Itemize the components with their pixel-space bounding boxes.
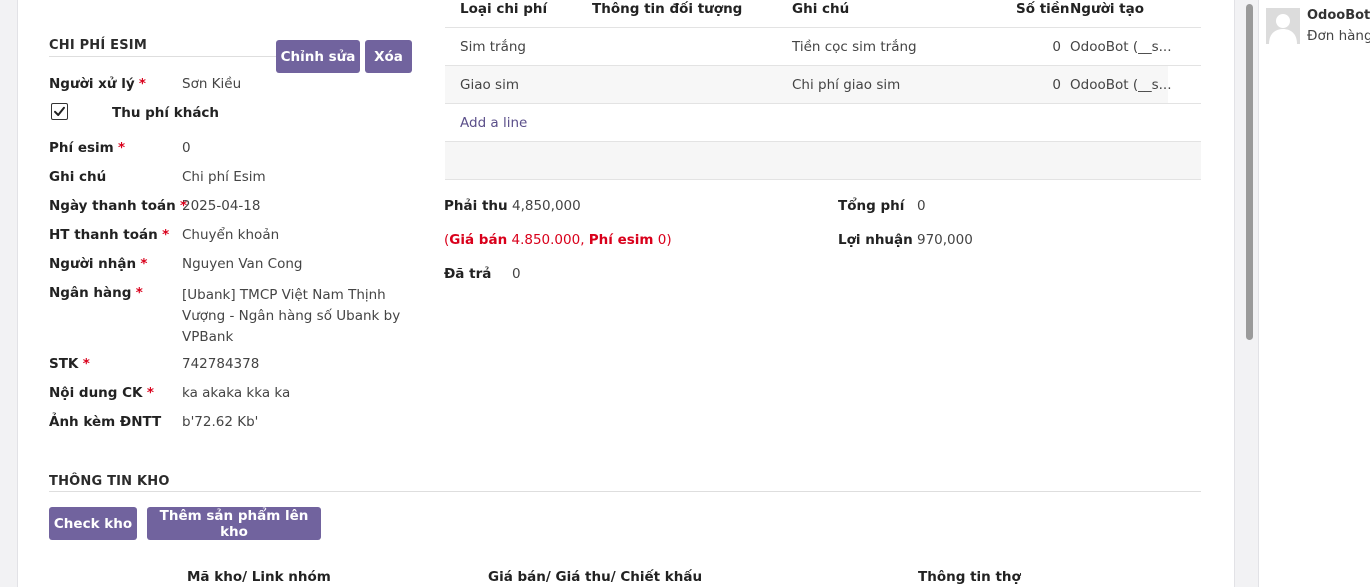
col-header-note[interactable]: Ghi chú — [792, 1, 849, 17]
profit-label: Lợi nhuận — [838, 232, 913, 248]
receivable-value: 4,850,000 — [512, 198, 581, 214]
col-header-cost-type[interactable]: Loại chi phí — [460, 1, 547, 17]
user-avatar-icon[interactable] — [1266, 8, 1300, 44]
cell-cost-type: Giao sim — [460, 77, 519, 93]
esim-section-title: CHI PHÍ ESIM — [49, 38, 147, 53]
col-header-worker-info[interactable]: Thông tin thợ — [918, 569, 1021, 585]
total-fee-label: Tổng phí — [838, 198, 905, 214]
transfer-content-value[interactable]: ka akaka kka ka — [182, 385, 290, 401]
fee-label: Phí esim * — [49, 140, 126, 156]
cell-creator: OdooBot (__s... — [1070, 77, 1172, 93]
receiver-value[interactable]: Nguyen Van Cong — [182, 256, 303, 272]
cell-note: Tiền cọc sim trắng — [792, 39, 917, 55]
col-header-object-info[interactable]: Thông tin đối tượng — [592, 1, 742, 17]
attachment-label: Ảnh kèm ĐNTT — [49, 414, 162, 430]
fee-value[interactable]: 0 — [182, 140, 191, 156]
cell-amount: 0 — [1052, 39, 1061, 55]
delete-button[interactable]: Xóa — [365, 40, 412, 73]
receiver-label: Người nhận * — [49, 256, 148, 272]
check-warehouse-button[interactable]: Check kho — [49, 507, 137, 540]
pay-date-label: Ngày thanh toán * — [49, 198, 188, 214]
account-value[interactable]: 742784378 — [182, 356, 259, 372]
cell-cost-type: Sim trắng — [460, 39, 527, 55]
handler-label: Người xử lý * — [49, 76, 146, 92]
bank-value-line: [Ubank] TMCP Việt Nam Thịnh — [182, 287, 386, 303]
pay-method-label: HT thanh toán * — [49, 227, 170, 243]
chatter-author[interactable]: OdooBot T — [1307, 8, 1370, 23]
chatter-message: Đơn hàng — [1307, 28, 1370, 44]
esim-section-divider — [49, 56, 277, 57]
warehouse-section-title: THÔNG TIN KHO — [49, 474, 170, 489]
add-line-link[interactable]: Add a line — [460, 115, 527, 131]
table-divider — [445, 179, 1201, 180]
charge-customer-label: Thu phí khách — [112, 105, 220, 121]
col-header-creator[interactable]: Người tạo — [1070, 1, 1144, 17]
bank-value[interactable]: [Ubank] TMCP Việt Nam Thịnh Vượng - Ngân… — [182, 285, 400, 348]
cell-creator: OdooBot (__s... — [1070, 39, 1172, 55]
chatter-panel — [1258, 0, 1370, 587]
handler-value[interactable]: Sơn Kiều — [182, 76, 241, 92]
note-label: Ghi chú — [49, 169, 107, 185]
table-divider — [445, 103, 1201, 104]
col-header-price-info[interactable]: Giá bán/ Giá thu/ Chiết khấu — [488, 569, 702, 585]
warehouse-section-divider — [49, 491, 1201, 492]
bank-value-line: Vượng - Ngân hàng số Ubank by — [182, 308, 401, 324]
cell-note: Chi phí giao sim — [792, 77, 901, 93]
cell-amount: 0 — [1052, 77, 1061, 93]
col-header-warehouse-code[interactable]: Mã kho/ Link nhóm — [187, 569, 331, 585]
edit-button[interactable]: Chỉnh sửa — [276, 40, 360, 73]
profit-value: 970,000 — [917, 232, 973, 248]
note-value[interactable]: Chi phí Esim — [182, 169, 266, 185]
col-header-amount[interactable]: Số tiền — [1016, 1, 1070, 17]
table-divider — [445, 27, 1201, 28]
account-label: STK * — [49, 356, 90, 372]
transfer-content-label: Nội dung CK * — [49, 385, 154, 401]
table-footer — [445, 142, 1201, 179]
bank-value-line: VPBank — [182, 329, 234, 345]
bank-label: Ngân hàng * — [49, 285, 143, 301]
pay-date-value[interactable]: 2025-04-18 — [182, 198, 260, 214]
attachment-value[interactable]: b'72.62 Kb' — [182, 414, 258, 430]
scrollbar-thumb[interactable] — [1246, 4, 1253, 340]
total-fee-value: 0 — [917, 198, 926, 214]
paid-label: Đã trả — [444, 266, 492, 282]
charge-customer-checkbox[interactable] — [51, 103, 68, 120]
check-icon — [54, 106, 65, 116]
receivable-label: Phải thu — [444, 198, 508, 214]
pay-method-value[interactable]: Chuyển khoản — [182, 227, 279, 243]
receivable-breakdown: (Giá bán 4.850.000, Phí esim 0) — [444, 232, 672, 248]
add-product-to-warehouse-button[interactable]: Thêm sản phẩm lên kho — [147, 507, 321, 540]
paid-value: 0 — [512, 266, 521, 282]
